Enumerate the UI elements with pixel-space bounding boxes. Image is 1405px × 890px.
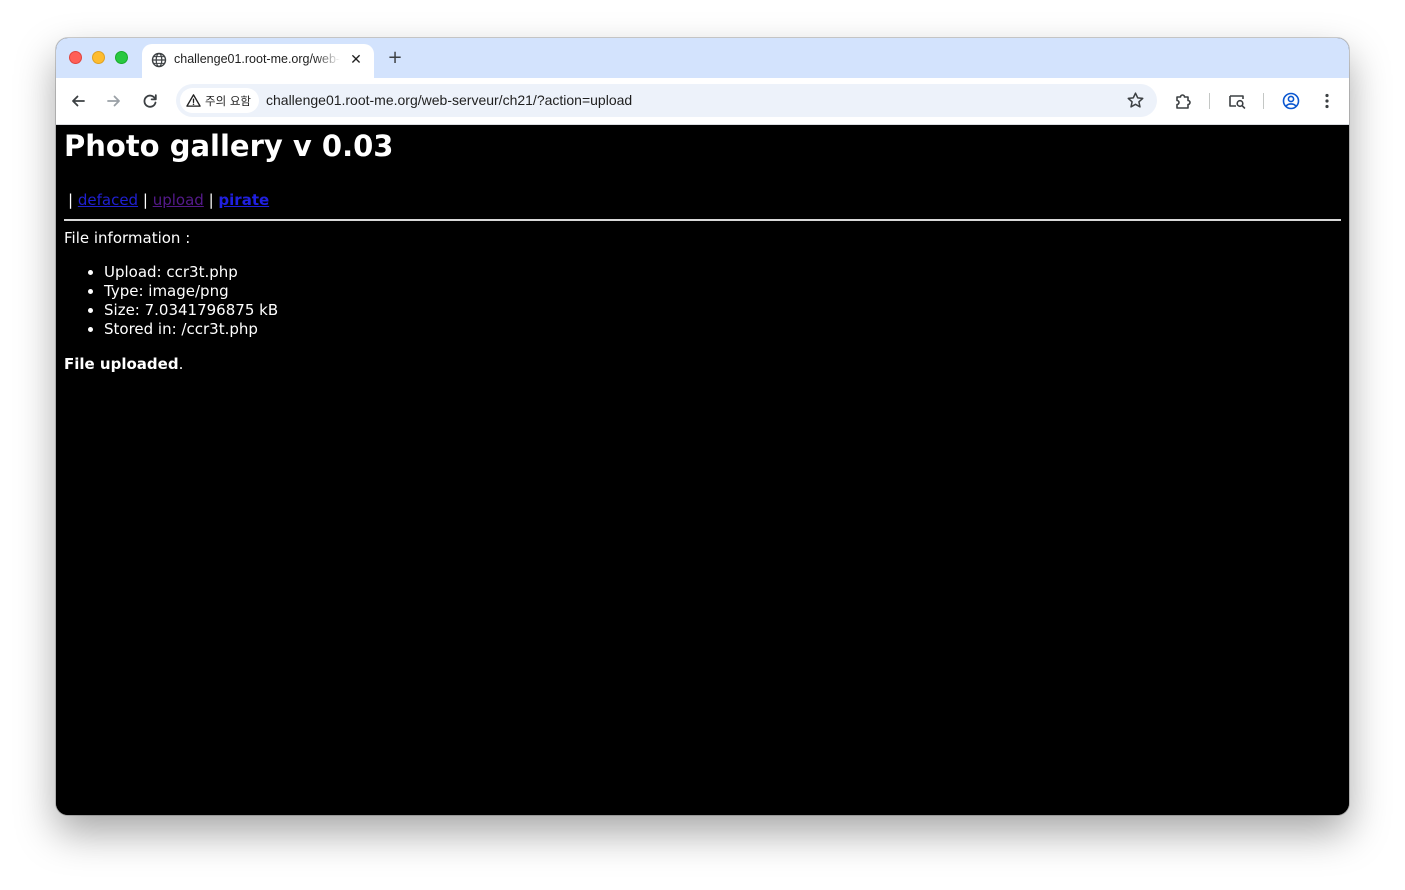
nav-separator: | <box>208 191 214 209</box>
back-button[interactable] <box>67 90 89 112</box>
minimize-window-button[interactable] <box>92 51 105 64</box>
file-info-stored: Stored in: /ccr3t.php <box>104 320 278 339</box>
tab-search-icon[interactable] <box>1226 90 1248 112</box>
browser-window: challenge01.root-me.org/web-serveur/ch21… <box>56 38 1349 815</box>
nav-link-upload[interactable]: upload <box>153 191 204 209</box>
extensions-puzzle-icon[interactable] <box>1172 90 1194 112</box>
bookmark-star-icon[interactable] <box>1126 91 1145 110</box>
file-info-heading: File information : <box>64 229 191 247</box>
page-content: Photo gallery v 0.03 | defaced | upload … <box>56 125 1349 815</box>
nav-link-defaced[interactable]: defaced <box>78 191 138 209</box>
profile-avatar-icon[interactable] <box>1280 90 1302 112</box>
tab-strip: challenge01.root-me.org/web-serveur/ch21… <box>56 38 1349 78</box>
tab-title: challenge01.root-me.org/web-serveur/ch21… <box>174 52 340 66</box>
security-chip[interactable]: 주의 요함 <box>180 88 259 113</box>
file-info-upload: Upload: ccr3t.php <box>104 263 278 282</box>
file-info-list: Upload: ccr3t.php Type: image/png Size: … <box>64 263 278 339</box>
browser-menu-icon[interactable] <box>1316 90 1338 112</box>
url-text[interactable]: challenge01.root-me.org/web-serveur/ch21… <box>266 92 632 108</box>
upload-status-bold: File uploaded <box>64 355 179 373</box>
nav-link-pirate[interactable]: pirate <box>218 191 269 209</box>
file-info-type: Type: image/png <box>104 282 278 301</box>
close-window-button[interactable] <box>69 51 82 64</box>
address-bar[interactable]: 주의 요함 challenge01.root-me.org/web-serveu… <box>176 84 1157 117</box>
horizontal-rule <box>64 219 1341 221</box>
nav-separator: | <box>142 191 148 209</box>
upload-status-tail: . <box>178 355 184 373</box>
nav-separator: | <box>68 191 74 209</box>
zoom-window-button[interactable] <box>115 51 128 64</box>
forward-button[interactable] <box>103 90 125 112</box>
gallery-nav: | defaced | upload | pirate <box>68 191 269 209</box>
toolbar-separator <box>1209 93 1210 109</box>
tab-close-icon[interactable]: ✕ <box>348 52 364 68</box>
page-title: Photo gallery v 0.03 <box>64 129 394 163</box>
browser-toolbar: 주의 요함 challenge01.root-me.org/web-serveu… <box>56 78 1349 125</box>
browser-tab-active[interactable]: challenge01.root-me.org/web-serveur/ch21… <box>142 44 374 78</box>
upload-status: File uploaded. <box>64 355 183 373</box>
toolbar-separator <box>1263 93 1264 109</box>
new-tab-button[interactable]: + <box>384 47 406 69</box>
globe-icon <box>151 52 167 68</box>
security-label: 주의 요함 <box>205 93 251 108</box>
file-info-size: Size: 7.0341796875 kB <box>104 301 278 320</box>
reload-button[interactable] <box>139 90 161 112</box>
warning-icon <box>186 93 201 108</box>
